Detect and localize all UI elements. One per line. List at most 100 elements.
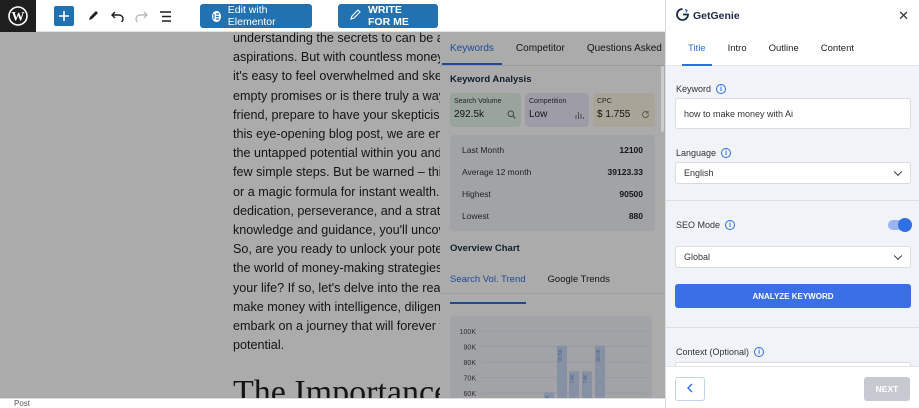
info-icon[interactable]: i [716,84,727,94]
stat-value: 39123.33 [607,167,643,177]
chart-y-tick-label: 70K [464,376,477,383]
language-select[interactable]: English [675,162,911,184]
context-label: Context (Optional) [676,347,750,357]
paragraph-line: embark on a journey that will forever t [233,319,440,334]
tab-content[interactable]: Content [821,43,854,54]
search-volume-label: Search Volume [454,98,502,105]
chart-y-tick-label: 100K [460,329,477,336]
chart-bar-label: 74K [570,374,576,384]
language-select-value: English [684,168,714,178]
keyword-label: Keyword [676,84,712,94]
tab-competitor[interactable]: Competitor [516,43,565,54]
paragraph-line: your life? If so, let's delve into the r… [233,280,440,295]
stat-label: Highest [462,189,491,199]
keyword-analysis-title: Keyword Analysis [450,74,532,85]
metric-cards: Search Volume 292.5k Competition Low CPC… [440,85,665,127]
info-icon[interactable]: i [721,148,732,158]
paragraph-line: this eye-opening blog post, we are em [233,127,440,142]
tab-search-vol-trend[interactable]: Search Vol. Trend [450,274,526,304]
getgenie-sidebar: GetGenie ✕ Title Intro Outline Content K… [665,0,919,408]
stat-label: Lowest [462,211,489,221]
section-divider [666,327,919,328]
paragraph-line: dedication, perseverance, and a strateg [233,203,440,218]
stat-label: Last Month [462,145,505,155]
refresh-icon [641,110,650,121]
status-post-label[interactable]: Post [14,399,30,408]
paragraph-line: few simple steps. But be warned – this [233,165,440,180]
language-label: Language [676,148,717,158]
paragraph-line: the untapped potential within you and [233,146,440,161]
keyword-panel-tabs: Keywords Competitor Questions Asked [440,32,665,66]
document-overview-icon[interactable] [158,4,172,28]
getgenie-tabs: Title Intro Outline Content [666,32,919,66]
getgenie-logo-icon [676,8,689,24]
next-button[interactable]: NEXT [864,377,910,401]
back-button[interactable] [675,377,705,401]
chart-y-tick-label: 60K [464,391,477,398]
getgenie-header: GetGenie ✕ [666,0,919,32]
tools-pen-icon[interactable] [86,4,100,28]
competition-label: Competition [529,98,567,105]
paragraph-line: aspirations. But with countless money- [233,50,440,65]
chart-y-tick-label: 90K [464,345,477,352]
close-icon[interactable]: ✕ [898,8,909,24]
competition-card: Competition Low [525,93,589,127]
chart-bar-label: 74K [583,374,589,384]
paragraph-line: empty promises or is there truly a way [233,88,440,103]
paragraph-line: understanding the secrets to can be a [233,32,440,45]
paragraph-line: or a magic formula for instant wealth. T [233,184,440,199]
post-editor-canvas[interactable]: understanding the secrets to can be a asp… [0,32,440,398]
seo-mode-select[interactable]: Global [675,246,911,268]
cpc-label: CPC [597,98,612,105]
edit-with-elementor-button[interactable]: Edit with Elementor [200,4,312,28]
stat-value: 880 [628,211,643,221]
stat-row: Lowest 880 [462,205,643,227]
undo-icon[interactable] [110,4,124,28]
stat-label: Average 12 month [462,167,532,177]
write-pen-icon [350,9,361,23]
tab-keywords[interactable]: Keywords [442,43,502,65]
seo-mode-select-value: Global [684,252,711,262]
paragraph-line: it's easy to feel overwhelmed and skep [233,69,440,84]
search-volume-chart-svg: 100K90K80K70K60K60.5K90.5K74K74K90.5K [460,329,646,398]
tab-outline[interactable]: Outline [769,43,799,54]
seo-mode-toggle[interactable] [888,218,912,232]
info-icon[interactable]: i [754,347,765,357]
overview-chart-title: Overview Chart [450,243,520,254]
section-divider [666,200,919,201]
search-volume-card: Search Volume 292.5k [450,93,521,127]
search-icon [507,110,516,121]
paragraph-line: knowledge and guidance, you'll uncov [233,223,440,238]
chart-bar-label: 90.5K [596,348,602,362]
analyze-keyword-label: ANALYZE KEYWORD [752,291,834,301]
stat-row: Last Month 12100 [462,139,643,161]
write-for-me-button[interactable]: WRITE FOR ME [338,4,438,28]
svg-text:W: W [12,9,25,24]
seo-mode-label: SEO Mode [676,220,721,230]
editor-toolbar: W Edit with Elementor WRITE FOR ME [0,0,665,32]
editor-status-bar: Post [0,398,665,408]
analyze-keyword-button[interactable]: ANALYZE KEYWORD [675,284,911,308]
tab-title[interactable]: Title [682,43,712,66]
tab-questions-asked[interactable]: Questions Asked [587,43,662,54]
tab-intro[interactable]: Intro [728,43,747,54]
chart-bar-label: 90.5K [558,348,564,362]
post-heading[interactable]: The Importance [233,374,440,398]
post-paragraph[interactable]: understanding the secrets to can be a asp… [233,32,440,355]
bar-chart-icon [575,111,584,121]
cpc-card: CPC $ 1.755 [593,93,655,127]
add-block-button[interactable] [54,6,74,26]
getgenie-brand: GetGenie [693,10,740,22]
info-icon[interactable]: i [725,220,736,230]
tab-google-trends[interactable]: Google Trends [548,274,610,293]
keyword-input-value: how to make money with Ai [684,108,794,119]
keyword-input[interactable]: how to make money with Ai [675,98,911,129]
wordpress-logo-icon[interactable]: W [0,0,36,32]
keyword-panel-scrollbar[interactable] [661,66,664,132]
keyword-stats-table: Last Month 12100 Average 12 month 39123.33… [450,135,655,231]
redo-icon[interactable] [134,4,148,28]
elementor-icon [212,10,221,22]
getgenie-footer: NEXT [666,366,919,408]
keyword-research-panel: Keywords Competitor Questions Asked Keyw… [440,32,665,398]
chevron-left-icon [686,382,694,396]
